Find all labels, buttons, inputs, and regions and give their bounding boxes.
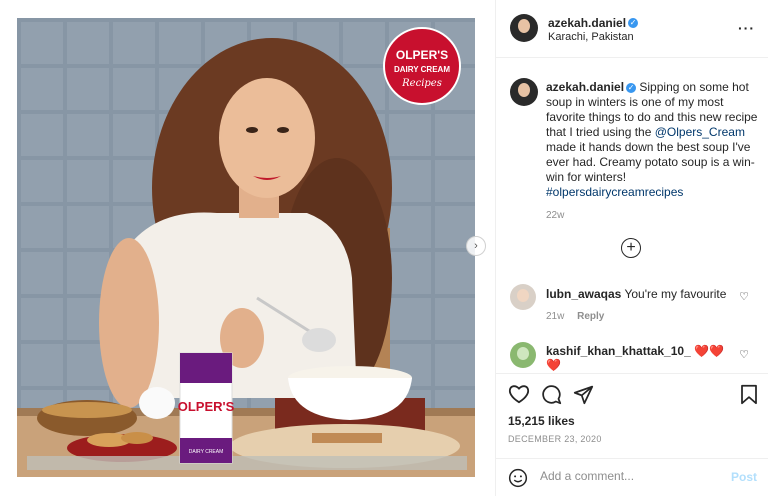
next-image-button[interactable]: › bbox=[466, 236, 486, 256]
heart-icon[interactable] bbox=[508, 384, 530, 404]
caption-mention-link[interactable]: @Olpers_Cream bbox=[655, 125, 745, 139]
load-more-comments-icon[interactable]: + bbox=[621, 238, 641, 258]
emoji-icon[interactable] bbox=[508, 468, 528, 488]
comment-input[interactable] bbox=[538, 468, 722, 484]
verified-badge-icon: ✓ bbox=[626, 82, 637, 93]
chevron-right-icon: › bbox=[474, 240, 478, 252]
comment-avatar[interactable] bbox=[510, 342, 536, 368]
header-username[interactable]: azekah.daniel bbox=[548, 16, 626, 30]
badge-line3: Recipes bbox=[401, 78, 442, 89]
post-header: azekah.daniel ✓ Karachi, Pakistan ··· bbox=[496, 0, 768, 58]
badge-line2: DAIRY CREAM bbox=[394, 65, 450, 74]
post-side-panel: azekah.daniel ✓ Karachi, Pakistan ··· aze… bbox=[495, 0, 768, 496]
caption-time[interactable]: 22w bbox=[546, 208, 758, 223]
post-button[interactable]: Post bbox=[731, 470, 757, 484]
comment-item: kashif_khan_khattak_10_ ❤️❤️❤️ bbox=[546, 344, 736, 372]
comment-username[interactable]: kashif_khan_khattak_10_ bbox=[546, 344, 691, 358]
caption-text-2: made it hands down the best soup I've ev… bbox=[546, 140, 755, 184]
comment-avatar[interactable] bbox=[510, 284, 536, 310]
comment-time[interactable]: 21w bbox=[546, 311, 564, 322]
comment-text: You're my favourite bbox=[624, 287, 727, 301]
reply-button[interactable]: Reply bbox=[577, 311, 604, 322]
comment-username[interactable]: lubn_awaqas bbox=[546, 287, 621, 301]
likes-count[interactable]: 15,215 likes bbox=[508, 414, 575, 428]
post-image[interactable]: OLPER'S DAIRY CREAM OLPER'S DAIRY CREAM … bbox=[17, 18, 475, 477]
caption-hashtag-link[interactable]: #olpersdairycreamrecipes bbox=[546, 185, 683, 199]
bookmark-icon[interactable] bbox=[740, 384, 758, 405]
comment-icon[interactable] bbox=[541, 384, 562, 405]
caption-username[interactable]: azekah.daniel bbox=[546, 80, 624, 94]
header-avatar[interactable] bbox=[510, 14, 538, 42]
post-caption: azekah.daniel ✓ Sipping on some hot soup … bbox=[546, 80, 758, 223]
add-comment-bar: Post bbox=[496, 458, 768, 497]
comment-like-heart-icon[interactable]: ♡ bbox=[739, 290, 749, 303]
share-icon[interactable] bbox=[573, 384, 594, 405]
ellipsis-icon[interactable]: ··· bbox=[738, 20, 755, 36]
verified-badge-icon: ✓ bbox=[628, 17, 639, 28]
post-actions: 15,215 likes DECEMBER 23, 2020 Post bbox=[496, 373, 768, 496]
post-photo: OLPER'S DAIRY CREAM OLPER'S DAIRY CREAM … bbox=[17, 18, 475, 477]
product-brand-text: OLPER'S bbox=[178, 399, 235, 414]
badge-line1: OLPER'S bbox=[396, 48, 448, 62]
caption-avatar[interactable] bbox=[510, 78, 538, 106]
header-location[interactable]: Karachi, Pakistan bbox=[548, 31, 634, 43]
comment-item: lubn_awaqas You're my favourite 21w Repl… bbox=[546, 287, 736, 322]
post-date[interactable]: DECEMBER 23, 2020 bbox=[508, 434, 602, 444]
product-sub-text: DAIRY CREAM bbox=[189, 449, 224, 455]
comment-like-heart-icon[interactable]: ♡ bbox=[739, 348, 749, 361]
